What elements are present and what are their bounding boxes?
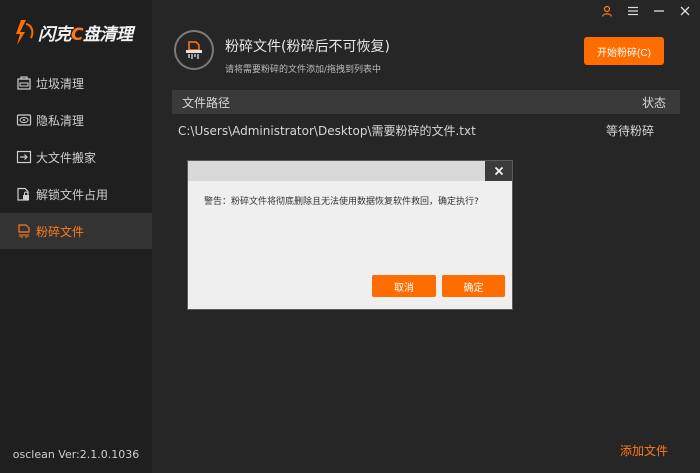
minimize-icon[interactable] [652, 4, 666, 18]
trash-icon [16, 75, 32, 91]
privacy-icon [16, 112, 32, 128]
sidebar-item-large-file-move[interactable]: 大文件搬家 [0, 139, 152, 175]
add-file-link[interactable]: 添加文件 [620, 442, 668, 459]
sidebar-item-label: 隐私清理 [36, 113, 85, 128]
shred-icon [16, 223, 32, 239]
logo-icon [16, 20, 34, 45]
version-label: osclean Ver:2.1.0.1036 [12, 448, 140, 461]
menu-icon[interactable] [626, 4, 640, 18]
cancel-button[interactable]: 取消 [372, 275, 436, 297]
table-header: 文件路径 状态 [172, 90, 680, 114]
user-icon[interactable] [600, 4, 614, 18]
page-title: 粉碎文件(粉碎后不可恢复) [225, 39, 390, 55]
file-path-cell: C:\Users\Administrator\Desktop\需要粉碎的文件.t… [178, 123, 476, 138]
sidebar-item-unlock-file[interactable]: 解锁文件占用 [0, 176, 152, 212]
window-controls [600, 4, 692, 18]
start-shred-button[interactable]: 开始粉碎(C) [584, 37, 664, 65]
sidebar-item-label: 垃圾清理 [36, 76, 85, 91]
sidebar-item-privacy-clean[interactable]: 隐私清理 [0, 102, 152, 138]
sidebar-item-label: 解锁文件占用 [36, 187, 109, 202]
dialog-message: 警告：粉碎文件将彻底删除且无法使用数据恢复软件救回，确定执行? [204, 197, 479, 207]
dialog-titlebar [188, 161, 512, 181]
sidebar-item-label: 粉碎文件 [36, 224, 85, 239]
shredder-icon [174, 30, 214, 70]
app-logo: 闪克C盘清理 [12, 16, 133, 48]
page-subtitle: 请将需要粉碎的文件添加/拖拽到列表中 [225, 65, 382, 75]
column-header-path: 文件路径 [182, 95, 231, 110]
logo-text-suffix: 盘清理 [82, 24, 133, 45]
unlock-file-icon [16, 186, 32, 202]
sidebar-item-label: 大文件搬家 [36, 150, 97, 165]
table-row[interactable]: C:\Users\Administrator\Desktop\需要粉碎的文件.t… [172, 120, 680, 140]
close-icon[interactable] [678, 4, 692, 18]
column-header-status: 状态 [641, 95, 666, 110]
confirm-button[interactable]: 确定 [442, 275, 505, 297]
logo-text: 闪克 [38, 24, 72, 45]
confirm-dialog: 警告：粉碎文件将彻底删除且无法使用数据恢复软件救回，确定执行? 取消 确定 [187, 160, 513, 310]
file-status-cell: 等待粉碎 [605, 123, 654, 138]
dialog-close-button[interactable] [485, 161, 512, 181]
sidebar-item-junk-clean[interactable]: 垃圾清理 [0, 65, 152, 101]
sidebar-item-shred-file[interactable]: 粉碎文件 [0, 213, 152, 249]
move-file-icon [16, 149, 32, 165]
sidebar-nav: 垃圾清理 隐私清理 大文件搬家 解锁文件占用 粉碎文件 [0, 64, 152, 249]
close-icon [494, 166, 503, 176]
sidebar: 闪克C盘清理 垃圾清理 隐私清理 大文件搬家 解锁文件占用 粉碎文件 oscle… [0, 0, 152, 473]
logo-text-c: C [71, 24, 83, 45]
